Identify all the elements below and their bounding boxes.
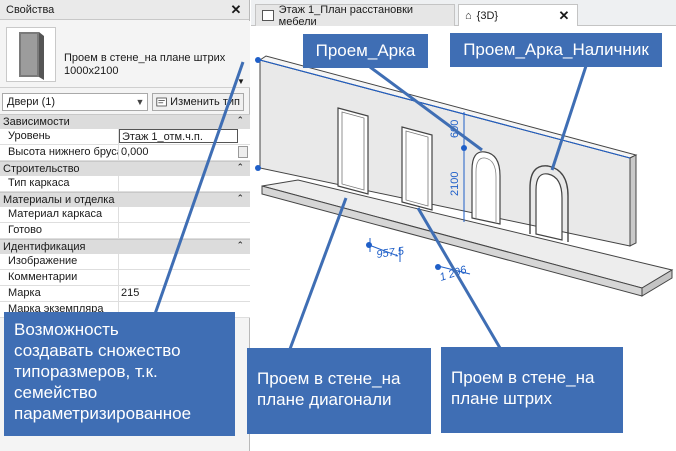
dim-2100-label: 2100	[449, 172, 461, 196]
wall-side	[629, 154, 637, 247]
opening-hatch	[401, 126, 433, 211]
grip-point	[366, 242, 372, 248]
callout-hatch: Проем в стене_на плане штрих	[441, 347, 623, 433]
callout-arka: Проем_Арка	[303, 34, 428, 68]
grip-point	[255, 165, 261, 171]
callout-hatch-line: Проем в стене_на	[451, 368, 595, 387]
grip-point	[255, 57, 261, 63]
callout-feature: Возможность создавать сножество типоразм…	[4, 312, 235, 436]
callout-feature-line: типоразмеров, т.к.	[14, 362, 158, 381]
pointer-diagonal	[288, 197, 348, 350]
callout-feature-line: Возможность	[14, 320, 119, 339]
callout-arka-text: Проем_Арка	[315, 41, 416, 60]
callout-diagonal-line: плане диагонали	[257, 390, 392, 409]
opening-diagonal	[337, 107, 369, 195]
callout-diagonal-line: Проем в стене_на	[257, 369, 401, 388]
callout-feature-line: семейство	[14, 383, 98, 402]
grip-point	[435, 264, 441, 270]
callout-feature-line: создавать сножество	[14, 341, 181, 360]
callout-hatch-line: плане штрих	[451, 389, 553, 408]
grip-point	[461, 145, 467, 151]
dim-957-label: 957,5	[376, 245, 406, 261]
callout-diagonal: Проем в стене_на плане диагонали	[247, 348, 431, 434]
opening-arch-casing	[535, 173, 563, 241]
callout-arka-nalichnik: Проем_Арка_Наличник	[450, 33, 662, 67]
pointer-feature	[153, 61, 245, 315]
callout-arka-nalichnik-text: Проем_Арка_Наличник	[463, 40, 649, 59]
callout-feature-line: параметризированное	[14, 404, 192, 423]
